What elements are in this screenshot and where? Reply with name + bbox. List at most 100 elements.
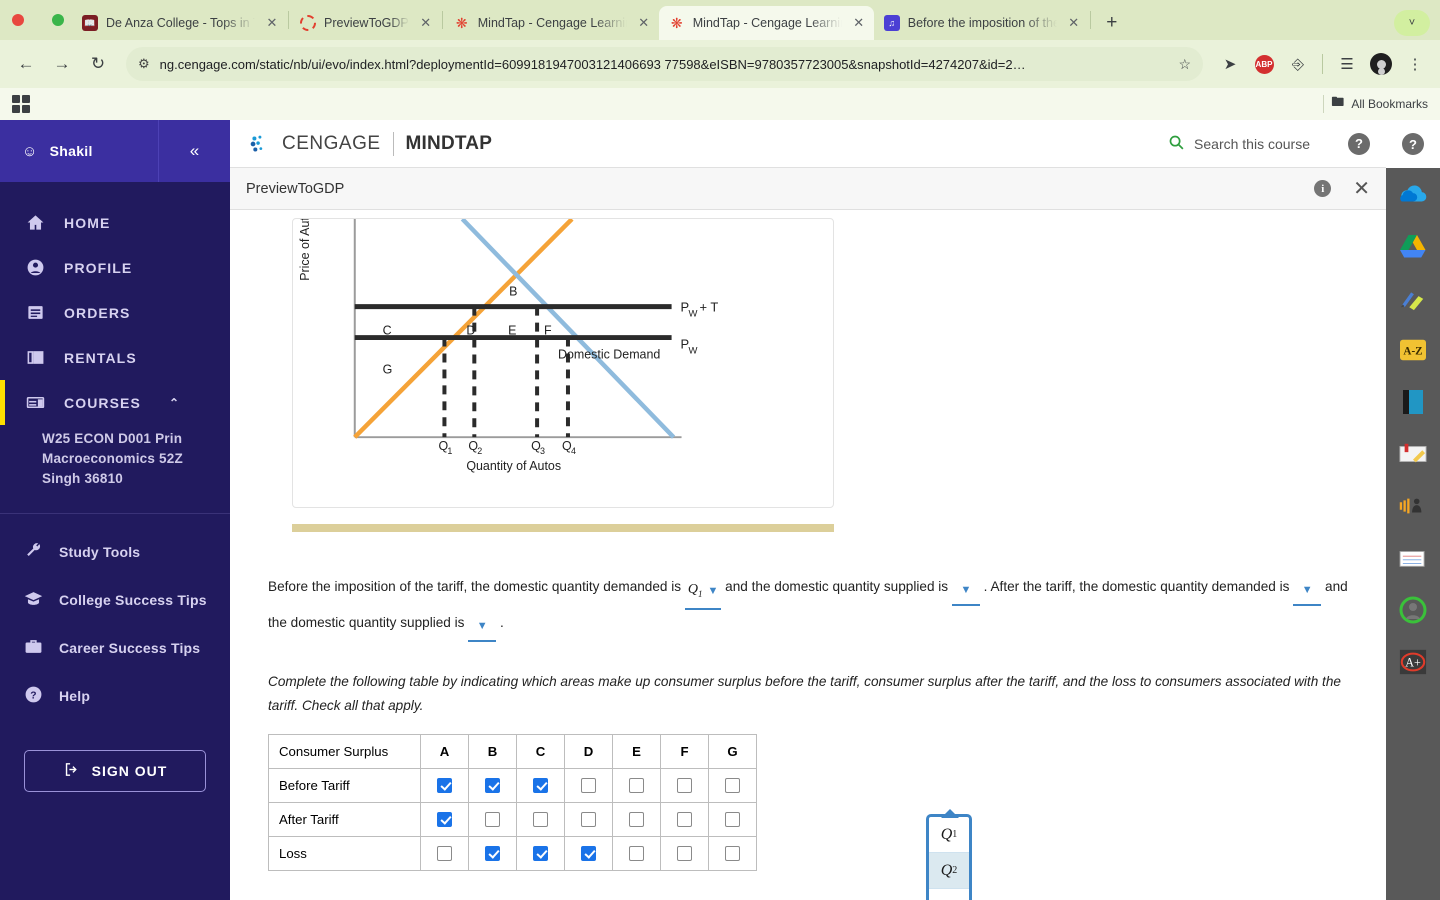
checkbox-cell-loss-a[interactable] (420, 835, 469, 871)
window-maximize-button[interactable] (52, 14, 64, 26)
google-drive-icon[interactable] (1386, 220, 1440, 272)
bookmark-star-icon[interactable]: ☆ (1178, 56, 1191, 73)
browser-tab-5[interactable]: ♫ Before the imposition of the t ✕ (874, 6, 1089, 40)
flashcards-icon[interactable] (1386, 532, 1440, 584)
extensions-icon[interactable]: ⎆ (1283, 49, 1313, 79)
checkbox[interactable] (437, 812, 452, 828)
checkbox-cell-after-b[interactable] (468, 801, 517, 837)
grade-aplus-icon[interactable]: A+ (1386, 636, 1440, 688)
dropdown-qty-demanded-before[interactable]: Q1 ▼ (684, 577, 722, 610)
dictionary-az-icon[interactable]: A-Z (1386, 324, 1440, 376)
forward-button[interactable]: → (46, 48, 78, 80)
checkbox[interactable] (629, 812, 644, 828)
dropdown-qty-demanded-after[interactable]: ▼ (1293, 578, 1322, 606)
checkbox[interactable] (581, 778, 596, 794)
checkbox[interactable] (533, 846, 548, 862)
checkbox[interactable] (533, 812, 548, 828)
sidebar-course-link[interactable]: W25 ECON D001 Prin Macroeconomics 52Z Si… (0, 425, 230, 509)
close-icon[interactable]: ✕ (1353, 176, 1370, 201)
search-course[interactable]: Search this course (1168, 134, 1332, 154)
dropdown-qty-supplied-before[interactable]: ▼ (951, 578, 980, 606)
reload-button[interactable]: ↻ (82, 48, 114, 80)
reading-list-icon[interactable]: ☰ (1332, 49, 1362, 79)
checkbox-cell-loss-b[interactable] (468, 835, 517, 871)
checkbox-cell-after-d[interactable] (564, 801, 613, 837)
profile-status-icon[interactable] (1386, 584, 1440, 636)
new-tab-button[interactable]: + (1098, 9, 1126, 37)
mindtap-help-button[interactable]: ? (1332, 120, 1386, 168)
cengage-logo[interactable]: CENGAGE MINDTAP (248, 131, 492, 156)
adblock-icon[interactable]: ABP (1249, 49, 1279, 79)
tools-help-button[interactable]: ? (1386, 120, 1440, 168)
checkbox-cell-loss-f[interactable] (660, 835, 709, 871)
sidebar-collapse-button[interactable]: « (158, 120, 230, 182)
tab-close-icon[interactable]: ✕ (850, 14, 868, 32)
checkbox[interactable] (437, 846, 452, 862)
browser-tab-2[interactable]: PreviewToGDP ✕ (290, 6, 441, 40)
checkbox-cell-loss-c[interactable] (516, 835, 565, 871)
pencil-highlighter-icon[interactable] (1386, 272, 1440, 324)
browser-tab-3[interactable]: ❋ MindTap - Cengage Learning ✕ (444, 6, 659, 40)
checkbox[interactable] (485, 778, 500, 794)
info-icon[interactable]: i (1314, 180, 1332, 197)
tab-list-chevron-icon[interactable]: ˅ (1394, 10, 1430, 36)
checkbox-cell-before-c[interactable] (516, 767, 565, 803)
read-aloud-icon[interactable] (1386, 480, 1440, 532)
checkbox[interactable] (629, 846, 644, 862)
chevron-up-icon[interactable]: ⌃ (169, 396, 180, 410)
checkbox-cell-before-b[interactable] (468, 767, 517, 803)
share-icon[interactable]: ➤ (1215, 49, 1245, 79)
site-settings-icon[interactable]: ⚙ (138, 56, 150, 72)
sidebar-item-orders[interactable]: ORDERS (0, 290, 230, 335)
checkbox-cell-after-a[interactable] (420, 801, 469, 837)
all-bookmarks-label[interactable]: All Bookmarks (1351, 97, 1428, 111)
sidebar-user[interactable]: ☺ Shakil (0, 120, 158, 182)
checkbox[interactable] (725, 812, 740, 828)
window-close-button[interactable] (12, 14, 24, 26)
sidebar-item-home[interactable]: HOME (0, 200, 230, 245)
checkbox[interactable] (581, 812, 596, 828)
bookmark-highlight-icon[interactable] (1386, 428, 1440, 480)
checkbox[interactable] (677, 812, 692, 828)
sidebar-item-courses[interactable]: COURSES ⌃ (0, 380, 230, 425)
onedrive-cloud-icon[interactable] (1386, 168, 1440, 220)
checkbox-cell-after-g[interactable] (708, 801, 757, 837)
checkbox[interactable] (485, 846, 500, 862)
checkbox[interactable] (437, 778, 452, 794)
chrome-menu-icon[interactable]: ⋮ (1400, 49, 1430, 79)
sidebar-item-profile[interactable]: PROFILE (0, 245, 230, 290)
checkbox[interactable] (533, 778, 548, 794)
apps-grid-icon[interactable] (12, 95, 30, 113)
tab-close-icon[interactable]: ✕ (417, 14, 435, 32)
tab-close-icon[interactable]: ✕ (1065, 14, 1083, 32)
checkbox-cell-before-e[interactable] (612, 767, 661, 803)
sidebar-item-career-success-tips[interactable]: Career Success Tips (0, 624, 230, 672)
book-icon[interactable] (1386, 376, 1440, 428)
sidebar-item-college-success-tips[interactable]: College Success Tips (0, 576, 230, 624)
dropdown-option-q3[interactable]: Q3 (929, 889, 969, 900)
checkbox-cell-loss-g[interactable] (708, 835, 757, 871)
checkbox[interactable] (677, 846, 692, 862)
checkbox-cell-after-e[interactable] (612, 801, 661, 837)
checkbox-cell-before-g[interactable] (708, 767, 757, 803)
dropdown-options-popup[interactable]: Q1 Q2 Q3 Q4 (926, 809, 972, 900)
checkbox-cell-loss-e[interactable] (612, 835, 661, 871)
browser-tab-1[interactable]: 📖 De Anza College - Tops in Tra ✕ (72, 6, 287, 40)
dropdown-option-q2[interactable]: Q2 (929, 853, 969, 889)
tab-close-icon[interactable]: ✕ (635, 14, 653, 32)
checkbox[interactable] (629, 778, 644, 794)
checkbox-cell-before-f[interactable] (660, 767, 709, 803)
checkbox-cell-after-c[interactable] (516, 801, 565, 837)
checkbox-cell-loss-d[interactable] (564, 835, 613, 871)
checkbox[interactable] (725, 778, 740, 794)
sidebar-item-rentals[interactable]: RENTALS (0, 335, 230, 380)
checkbox[interactable] (725, 846, 740, 862)
window-minimize-button[interactable] (32, 14, 44, 26)
address-bar[interactable]: ⚙ ng.cengage.com/static/nb/ui/evo/index.… (126, 47, 1203, 81)
sidebar-item-study-tools[interactable]: Study Tools (0, 528, 230, 576)
dropdown-qty-supplied-after[interactable]: ▼ (468, 614, 497, 642)
checkbox-cell-after-f[interactable] (660, 801, 709, 837)
checkbox-cell-before-a[interactable] (420, 767, 469, 803)
back-button[interactable]: ← (10, 48, 42, 80)
checkbox[interactable] (581, 846, 596, 862)
